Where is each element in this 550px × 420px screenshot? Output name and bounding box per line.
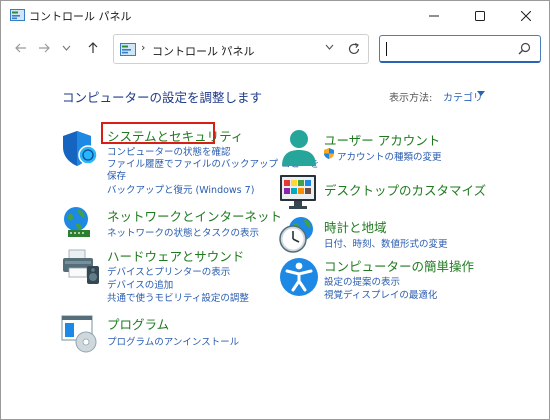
back-button[interactable] — [11, 38, 31, 58]
link-uninstall-program[interactable]: プログラムのアンインストール — [107, 334, 239, 348]
printer-speaker-icon[interactable] — [61, 246, 101, 286]
arrow-up-icon — [88, 42, 98, 53]
link-file-history-backup-cont[interactable]: 保存 — [107, 168, 126, 182]
minimize-icon — [429, 15, 439, 17]
category-network-internet[interactable]: ネットワークとインターネット — [107, 206, 282, 225]
breadcrumb-control-panel[interactable]: コントロール パネル — [152, 43, 255, 59]
close-icon — [521, 11, 531, 21]
recent-locations-button[interactable] — [59, 38, 73, 58]
minimize-button[interactable] — [411, 1, 457, 31]
link-date-time-format[interactable]: 日付、時刻、数値形式の変更 — [324, 236, 448, 250]
breadcrumb-separator[interactable]: › — [141, 41, 145, 54]
link-network-status[interactable]: ネットワークの状態とタスクの表示 — [107, 225, 259, 239]
category-system-security[interactable]: システムとセキュリティ — [107, 126, 243, 145]
arrow-right-icon — [39, 43, 50, 53]
address-history-chevron-icon[interactable] — [325, 44, 334, 50]
navigation-bar: › コントロール パネル › — [1, 31, 549, 67]
page-title: コンピューターの設定を調整します — [62, 90, 263, 105]
category-programs[interactable]: プログラム — [107, 314, 169, 333]
uac-shield-icon — [324, 148, 334, 159]
control-panel-app-icon — [10, 9, 25, 21]
title-bar[interactable]: コントロール パネル — [1, 1, 549, 31]
control-panel-window: コントロール パネル › コントロール パネル › コンピューターの設定を調整し… — [0, 0, 550, 420]
category-appearance-personalization[interactable]: デスクトップのカスタマイズ — [324, 180, 486, 199]
view-by-dropdown-arrow-icon[interactable] — [477, 91, 485, 97]
maximize-icon — [475, 11, 485, 21]
program-disc-icon[interactable] — [61, 314, 101, 354]
shield-icon[interactable] — [61, 128, 101, 168]
chevron-down-icon — [62, 45, 70, 51]
close-button[interactable] — [503, 1, 549, 31]
link-mobility-settings[interactable]: 共通で使うモビリティ設定の調整 — [107, 290, 249, 304]
link-change-account-type[interactable]: アカウントの種類の変更 — [337, 149, 442, 163]
link-backup-restore[interactable]: バックアップと復元 (Windows 7) — [107, 182, 254, 196]
refresh-icon[interactable] — [347, 42, 361, 56]
up-button[interactable] — [83, 38, 103, 58]
address-bar[interactable]: › コントロール パネル › — [113, 34, 369, 64]
category-hardware-sound[interactable]: ハードウェアとサウンド — [107, 246, 244, 265]
forward-button[interactable] — [34, 38, 54, 58]
network-globe-icon[interactable] — [60, 204, 100, 244]
category-user-accounts[interactable]: ユーザー アカウント — [324, 130, 440, 149]
maximize-button[interactable] — [457, 1, 503, 31]
window-title: コントロール パネル — [29, 10, 132, 23]
breadcrumb-separator-trailing[interactable]: › — [221, 41, 225, 54]
desktop-personalize-icon[interactable] — [279, 173, 319, 213]
link-add-device[interactable]: デバイスの追加 — [107, 277, 173, 291]
arrow-left-icon — [15, 43, 26, 53]
category-ease-of-access[interactable]: コンピューターの簡単操作 — [324, 256, 474, 275]
clock-globe-icon[interactable] — [277, 215, 317, 255]
search-input[interactable] — [379, 35, 541, 63]
search-icon[interactable] — [518, 42, 531, 55]
link-optimize-visual-display[interactable]: 視覚ディスプレイの最適化 — [324, 287, 437, 301]
accessibility-icon[interactable] — [279, 257, 319, 297]
text-caret — [386, 42, 387, 56]
category-clock-region[interactable]: 時計と地域 — [324, 217, 387, 236]
user-icon[interactable] — [279, 128, 319, 168]
link-suggested-settings[interactable]: 設定の提案の表示 — [324, 274, 400, 288]
link-devices-printers[interactable]: デバイスとプリンターの表示 — [107, 264, 230, 278]
view-by-label: 表示方法: — [389, 93, 433, 104]
control-panel-icon — [120, 43, 136, 56]
